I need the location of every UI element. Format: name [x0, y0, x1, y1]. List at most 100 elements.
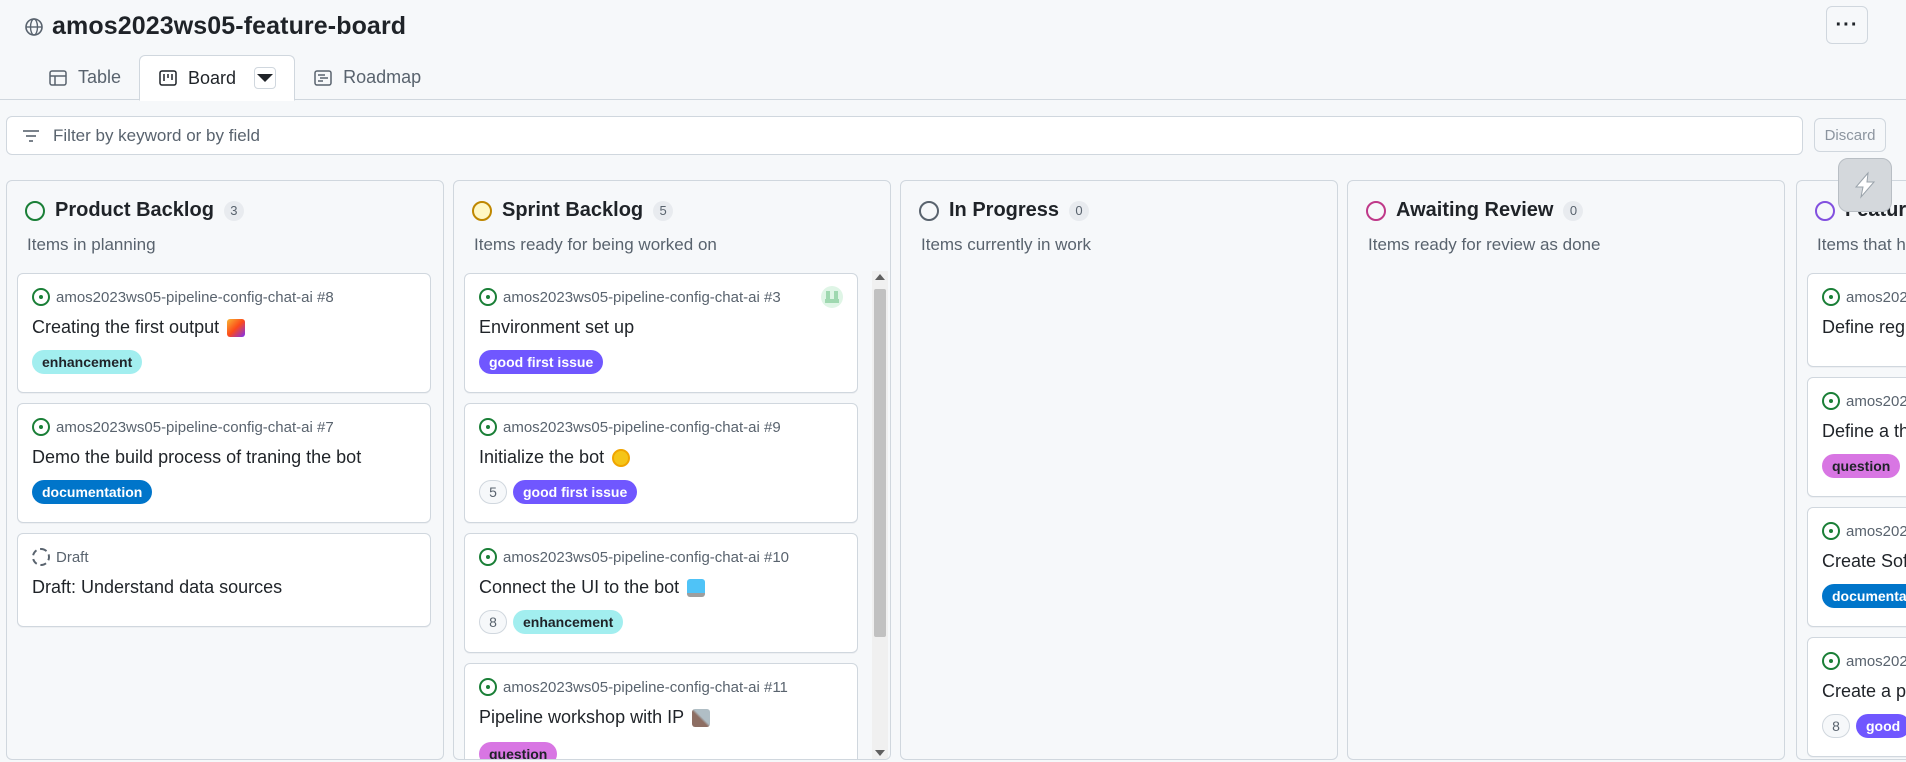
view-tabs: Table Board Roadmap [30, 55, 439, 101]
card-title[interactable]: Creating the first output [32, 317, 246, 338]
issue-open-icon [479, 418, 497, 436]
card-reference: Draft [32, 548, 89, 566]
issue-card[interactable]: amos2023ws05-pipeline-config-chat-ai #7 … [17, 403, 431, 523]
status-circle-icon [472, 200, 492, 221]
item-count: 3 [223, 200, 244, 221]
label-documentation[interactable]: documentation [32, 480, 153, 504]
card-title[interactable]: Define a th [1822, 421, 1906, 442]
label-question[interactable]: question [479, 742, 558, 759]
card-title[interactable]: Create Sof [1822, 551, 1906, 572]
column-sprint-backlog: Sprint Backlog 5 Items ready for being w… [453, 180, 891, 760]
project-header: amos2023ws05-feature-board ··· Table Boa… [0, 0, 1906, 101]
card-reference[interactable]: amos202 [1822, 522, 1906, 540]
card-reference[interactable]: amos202 [1822, 392, 1906, 410]
card-ref-text: amos2023ws05-pipeline-config-chat-ai #8 [56, 288, 334, 306]
label-good-first-issue[interactable]: good [1856, 714, 1906, 738]
column-product-backlog: Product Backlog 3 Items in planning amos… [6, 180, 444, 760]
card-title[interactable]: Environment set up [479, 317, 634, 338]
status-circle-icon [919, 200, 939, 221]
label-good-first-issue[interactable]: good first issue [479, 350, 604, 374]
issue-card[interactable]: amos2023ws05-pipeline-config-chat-ai #11… [464, 663, 858, 759]
issue-open-icon [1822, 522, 1840, 540]
tab-board-label: Board [188, 67, 237, 88]
card-title-text: Connect the UI to the bot [479, 577, 680, 597]
column-description: Items in planning [27, 235, 156, 254]
card-reference[interactable]: amos202 [1822, 652, 1906, 670]
card-reference[interactable]: amos2023ws05-pipeline-config-chat-ai #10 [479, 548, 789, 566]
issue-open-icon [32, 288, 50, 306]
issue-open-icon [1822, 392, 1840, 410]
card-reference[interactable]: amos2023ws05-pipeline-config-chat-ai #7 [32, 418, 334, 436]
issue-card[interactable]: amos2023ws05-pipeline-config-chat-ai #10… [464, 533, 858, 653]
estimate-badge: 8 [479, 610, 507, 634]
status-circle-icon [1366, 200, 1386, 221]
issue-open-icon [479, 678, 497, 696]
issue-card[interactable]: amos202 Create Sof documenta [1807, 507, 1906, 627]
card-reference[interactable]: amos2023ws05-pipeline-config-chat-ai #11 [479, 678, 788, 696]
card-title[interactable]: Define regu [1822, 317, 1906, 338]
more-options-button[interactable]: ··· [1826, 6, 1868, 44]
tab-board[interactable]: Board [139, 55, 296, 101]
card-title[interactable]: Demo the build process of traning the bo… [32, 447, 361, 468]
filter-placeholder: Filter by keyword or by field [53, 125, 260, 145]
card-title-text: Create a pr [1822, 681, 1906, 701]
view-options-dropdown[interactable] [254, 67, 277, 89]
card-labels: documenta [1822, 584, 1906, 608]
item-count: 0 [1563, 200, 1584, 221]
discard-button[interactable]: Discard [1814, 118, 1886, 152]
status-circle-icon [1815, 200, 1835, 221]
column-title: Product Backlog [55, 199, 214, 221]
card-labels: good first issue [479, 350, 604, 374]
issue-card[interactable]: amos2023ws05-pipeline-config-chat-ai #8 … [17, 273, 431, 393]
column-scrollbar[interactable] [872, 271, 888, 759]
card-title-text: Define regu [1822, 317, 1906, 337]
tab-roadmap[interactable]: Roadmap [295, 55, 439, 100]
card-reference[interactable]: amos202 [1822, 288, 1906, 306]
scroll-up-icon[interactable] [875, 274, 885, 280]
hammer-wrench-icon [692, 708, 711, 727]
label-question[interactable]: question [1822, 454, 1901, 478]
issue-card[interactable]: amos202 Create a pr 8 good [1807, 637, 1906, 757]
scroll-down-icon[interactable] [875, 750, 885, 756]
card-title[interactable]: Pipeline workshop with IP [479, 707, 711, 728]
column-description: Items that h [1817, 235, 1906, 254]
scroll-thumb[interactable] [874, 289, 886, 637]
card-ref-text: amos2023ws05-pipeline-config-chat-ai #3 [503, 288, 781, 306]
estimate-badge: 8 [1822, 714, 1850, 738]
tab-table[interactable]: Table [30, 55, 139, 100]
card-title-text: Pipeline workshop with IP [479, 707, 685, 727]
issue-open-icon [1822, 288, 1840, 306]
floating-action-button[interactable] [1838, 158, 1892, 212]
board-icon [159, 70, 177, 86]
label-good-first-issue[interactable]: good first issue [513, 480, 638, 504]
issue-card[interactable]: amos202 Define regu [1807, 273, 1906, 367]
avatar-image [825, 291, 839, 303]
card-ref-text: Draft [56, 548, 89, 566]
card-reference[interactable]: amos2023ws05-pipeline-config-chat-ai #3 [479, 288, 781, 306]
card-title[interactable]: Connect the UI to the bot [479, 577, 706, 598]
label-enhancement[interactable]: enhancement [513, 610, 624, 634]
card-title[interactable]: Create a pr [1822, 681, 1906, 702]
computer-icon [687, 578, 706, 597]
issue-card[interactable]: amos2023ws05-pipeline-config-chat-ai #3 … [464, 273, 858, 393]
avatar[interactable] [821, 286, 843, 308]
column-in-progress: In Progress 0 Items currently in work [900, 180, 1338, 760]
label-enhancement[interactable]: enhancement [32, 350, 143, 374]
draft-card[interactable]: Draft Draft: Understand data sources [17, 533, 431, 627]
triangle-down-icon [257, 74, 274, 82]
item-count: 0 [1069, 200, 1090, 221]
card-title-text: Initialize the bot [479, 447, 605, 467]
label-documentation[interactable]: documenta [1822, 584, 1906, 608]
card-reference[interactable]: amos2023ws05-pipeline-config-chat-ai #8 [32, 288, 334, 306]
column-header: Awaiting Review 0 [1366, 199, 1584, 222]
issue-card[interactable]: amos2023ws05-pipeline-config-chat-ai #9 … [464, 403, 858, 523]
tab-table-label: Table [78, 67, 122, 87]
filter-input[interactable]: Filter by keyword or by field [6, 116, 1803, 155]
card-reference[interactable]: amos2023ws05-pipeline-config-chat-ai #9 [479, 418, 781, 436]
lightning-icon [1854, 171, 1876, 199]
card-title[interactable]: Draft: Understand data sources [32, 577, 282, 598]
title-row: amos2023ws05-feature-board [24, 12, 406, 41]
issue-card[interactable]: amos202 Define a th question [1807, 377, 1906, 497]
card-labels: question [479, 742, 558, 759]
card-title[interactable]: Initialize the bot [479, 447, 631, 468]
